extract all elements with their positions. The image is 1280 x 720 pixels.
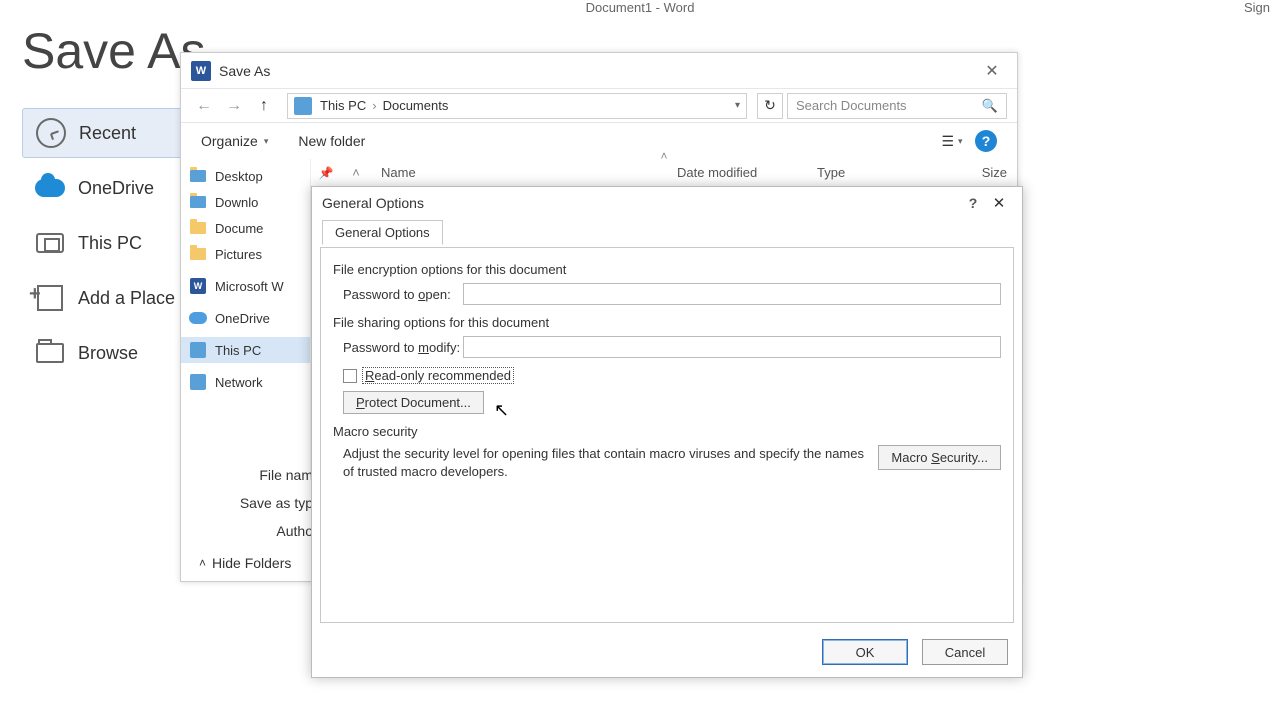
tree-label: Microsoft W xyxy=(215,279,284,294)
tree-network[interactable]: Network xyxy=(181,369,310,395)
nav-thispc-label: This PC xyxy=(78,233,142,254)
breadcrumb[interactable]: This PC › Documents ▾ xyxy=(287,93,747,119)
organize-label: Organize xyxy=(201,133,258,149)
forward-button[interactable]: → xyxy=(221,93,247,119)
close-icon[interactable]: ✕ xyxy=(986,194,1012,212)
tree-thispc[interactable]: This PC xyxy=(181,337,310,363)
nav-onedrive-label: OneDrive xyxy=(78,178,154,199)
macro-description: Adjust the security level for opening fi… xyxy=(333,445,868,480)
help-button[interactable]: ? xyxy=(975,130,997,152)
cursor-icon: ↖ xyxy=(494,400,509,421)
savetype-label: Save as typ xyxy=(199,495,319,511)
tree-label: Desktop xyxy=(215,169,263,184)
organize-button[interactable]: Organize ▾ xyxy=(201,133,268,149)
chevron-up-icon: ˄ xyxy=(199,556,206,570)
chevron-right-icon: › xyxy=(372,98,376,113)
download-icon xyxy=(189,193,207,211)
folder-icon xyxy=(189,167,207,185)
column-name[interactable]: Name xyxy=(371,165,677,180)
pc-icon xyxy=(32,225,68,261)
saveas-title: Save As xyxy=(219,63,270,79)
breadcrumb-folder[interactable]: Documents xyxy=(383,98,449,113)
column-size[interactable]: Size xyxy=(957,165,1017,180)
dialog-title: General Options xyxy=(322,195,424,211)
password-modify-field[interactable] xyxy=(463,336,1001,358)
chevron-down-icon[interactable]: ▾ xyxy=(735,100,740,111)
macro-security-button[interactable]: Macro Security... xyxy=(878,445,1001,470)
readonly-label: Read-only recommended xyxy=(363,368,513,383)
tab-general-options[interactable]: General Options xyxy=(322,220,443,245)
sort-indicator-icon: ˄ xyxy=(660,149,667,163)
nav-recent[interactable]: Recent xyxy=(22,108,192,158)
password-modify-label: Password to modify: xyxy=(333,340,463,355)
filename-label: File nam xyxy=(199,467,319,483)
chevron-down-icon: ▾ xyxy=(264,136,269,147)
refresh-button[interactable]: ↻ xyxy=(757,93,783,119)
tree-onedrive[interactable]: OneDrive xyxy=(181,305,310,331)
password-open-field[interactable] xyxy=(463,283,1001,305)
breadcrumb-root[interactable]: This PC xyxy=(320,98,366,113)
help-button[interactable]: ? xyxy=(960,195,986,211)
column-modified[interactable]: Date modified xyxy=(677,165,817,180)
folder-tree: Desktop Downlo Docume Pictures W Microsof… xyxy=(181,159,311,477)
search-input[interactable]: Search Documents 🔍 xyxy=(787,93,1007,119)
nav-recent-label: Recent xyxy=(79,123,136,144)
add-place-icon xyxy=(32,280,68,316)
nav-onedrive[interactable]: OneDrive xyxy=(22,163,192,213)
tree-pictures[interactable]: Pictures xyxy=(181,241,310,267)
clock-icon xyxy=(33,115,69,151)
back-button[interactable]: ← xyxy=(191,93,217,119)
up-button[interactable]: ↑ xyxy=(251,93,277,119)
search-placeholder: Search Documents xyxy=(796,98,907,113)
drive-icon xyxy=(294,97,312,115)
tree-label: OneDrive xyxy=(215,311,270,326)
tree-label: This PC xyxy=(215,343,261,358)
nav-browse[interactable]: Browse xyxy=(22,328,192,378)
tree-label: Downlo xyxy=(215,195,258,210)
protect-document-button[interactable]: Protect Document... xyxy=(343,391,484,414)
general-options-dialog: General Options ? ✕ General Options File… xyxy=(311,186,1023,678)
password-open-label: Password to open: xyxy=(333,287,463,302)
cancel-button[interactable]: Cancel xyxy=(922,639,1008,665)
tree-documents[interactable]: Docume xyxy=(181,215,310,241)
folder-icon xyxy=(189,219,207,237)
word-icon: W xyxy=(189,277,207,295)
tree-label: Pictures xyxy=(215,247,262,262)
encryption-section-label: File encryption options for this documen… xyxy=(333,262,1001,277)
tree-label: Docume xyxy=(215,221,263,236)
sign-in-link[interactable]: Sign xyxy=(1244,0,1270,15)
tree-msword[interactable]: W Microsoft W xyxy=(181,273,310,299)
newfolder-button[interactable]: New folder xyxy=(298,133,365,149)
view-button[interactable]: ☰▾ xyxy=(939,128,965,154)
app-title: Document1 - Word xyxy=(586,0,695,15)
nav-browse-label: Browse xyxy=(78,343,138,364)
search-icon: 🔍 xyxy=(982,98,998,114)
nav-thispc[interactable]: This PC xyxy=(22,218,192,268)
pin-column[interactable]: 📌 xyxy=(311,166,341,180)
readonly-checkbox[interactable] xyxy=(343,369,357,383)
macro-section-label: Macro security xyxy=(333,424,1001,439)
pc-icon xyxy=(189,341,207,359)
nav-addplace-label: Add a Place xyxy=(78,288,175,309)
close-icon[interactable]: ✕ xyxy=(977,56,1007,86)
tree-label: Network xyxy=(215,375,263,390)
cloud-icon xyxy=(32,170,68,206)
backstage-nav: Recent OneDrive This PC Add a Place Brow… xyxy=(22,108,192,383)
hide-folders-label: Hide Folders xyxy=(212,555,291,571)
column-type[interactable]: Type xyxy=(817,165,957,180)
tree-desktop[interactable]: Desktop xyxy=(181,163,310,189)
ok-button[interactable]: OK xyxy=(822,639,908,665)
sharing-section-label: File sharing options for this document xyxy=(333,315,1001,330)
sort-column[interactable]: ˄ xyxy=(341,165,371,180)
authors-label: Autho xyxy=(199,523,319,539)
column-headers: 📌 ˄ Name Date modified Type Size xyxy=(311,159,1017,187)
folder-icon xyxy=(189,245,207,263)
network-icon xyxy=(189,373,207,391)
cloud-icon xyxy=(189,309,207,327)
word-icon: W xyxy=(191,61,211,81)
page-title: Save As xyxy=(22,22,205,80)
folder-icon xyxy=(32,335,68,371)
nav-addplace[interactable]: Add a Place xyxy=(22,273,192,323)
tree-downloads[interactable]: Downlo xyxy=(181,189,310,215)
